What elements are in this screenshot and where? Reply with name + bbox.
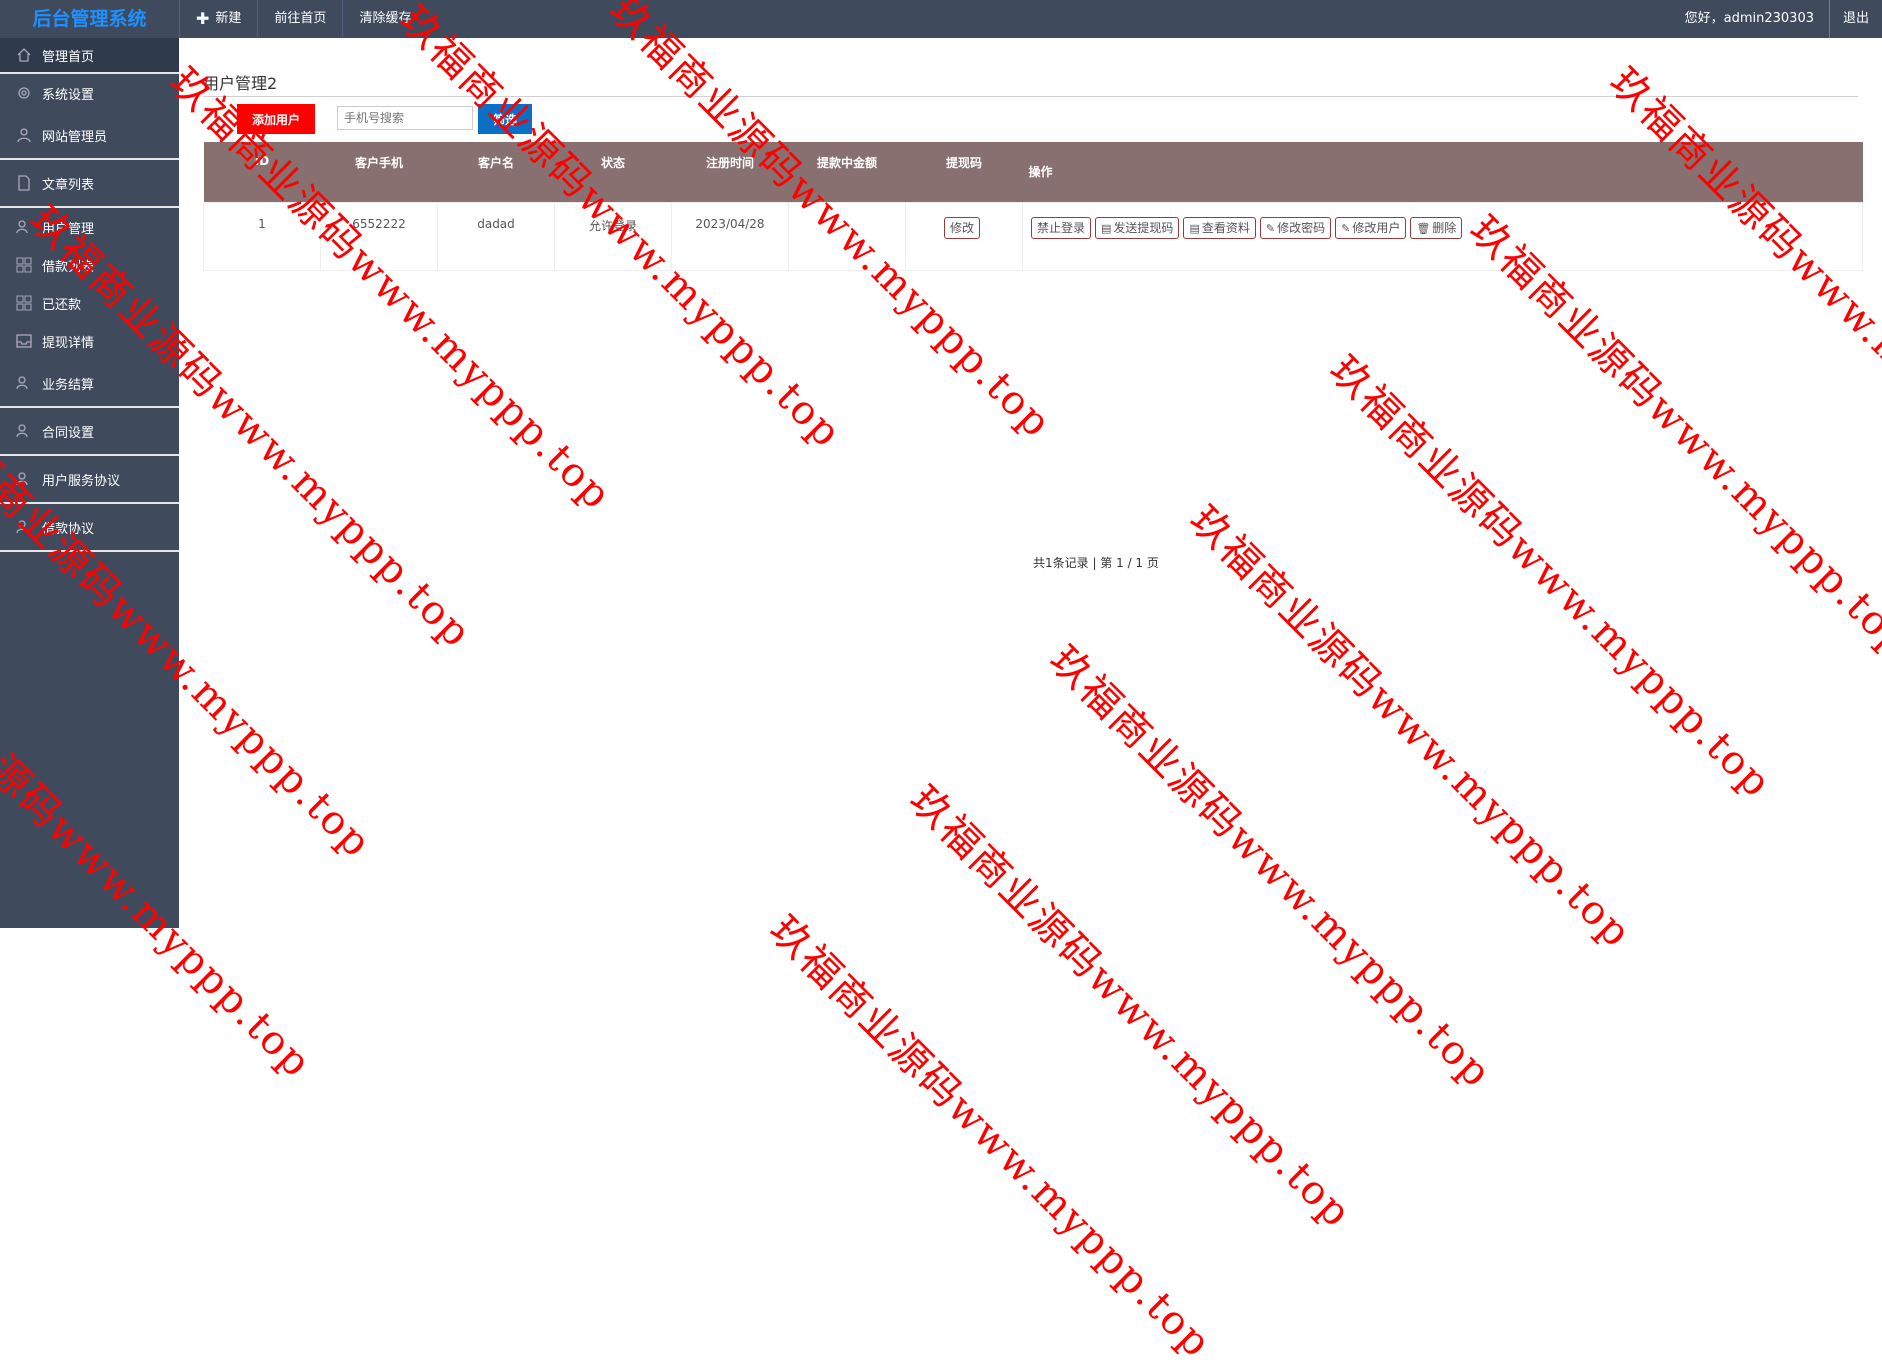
sidebar-item-system-settings[interactable]: 系统设置	[0, 74, 179, 112]
card-icon: ▤	[1189, 221, 1200, 235]
edit-user-button[interactable]: ✎ 修改用户	[1335, 216, 1407, 239]
watermark: 玖福商业源码www.myppp.top	[760, 907, 1221, 1368]
document-icon	[18, 175, 30, 191]
top-bar: 后台管理系统 ✚ 新建 前往首页 清除缓存 您好，admin230303 退出	[0, 0, 1882, 38]
cell-registered: 2023/04/28	[671, 201, 789, 271]
cell-id: 1	[203, 201, 321, 271]
app-brand: 后台管理系统	[32, 8, 147, 30]
delete-label: 删除	[1432, 220, 1457, 235]
user-icon	[17, 128, 31, 143]
cell-name: dadad	[437, 201, 555, 271]
send-code-label: 发送提现码	[1113, 220, 1174, 235]
column-header-status: 状态	[554, 142, 672, 202]
cell-code: 修改	[905, 201, 1023, 271]
users-table: ID 客户手机 客户名 状态 注册时间 提款中金额 提现码 操作 1 65522…	[203, 142, 1863, 271]
table-row: 1 6552222 dadad 允许登录 2023/04/28 修改 禁止登录 ▤…	[203, 201, 1863, 271]
view-profile-label: 查看资料	[1201, 220, 1250, 235]
add-user-button[interactable]: 添加用户	[237, 104, 315, 134]
sidebar-item-home[interactable]: 管理首页	[0, 38, 179, 74]
logout-button[interactable]: 退出	[1829, 0, 1882, 38]
user-greeting: 您好，admin230303	[1684, 11, 1814, 26]
column-header-phone: 客户手机	[320, 142, 438, 202]
pagination-info: 共1条记录 | 第 1 / 1 页	[1033, 556, 1159, 570]
sidebar-item-label: 文章列表	[42, 177, 95, 193]
page-title: 用户管理2	[203, 70, 1858, 97]
edit-icon: ✎	[1265, 221, 1276, 235]
column-header-amount: 提款中金额	[788, 142, 906, 202]
sidebar-item-withdrawals[interactable]: 提现详情	[0, 322, 179, 360]
filter-button[interactable]: 筛选	[478, 104, 532, 134]
inbox-icon	[16, 334, 32, 348]
view-profile-button[interactable]: ▤ 查看资料	[1183, 216, 1256, 239]
users-icon	[16, 376, 28, 390]
cell-phone: 6552222	[320, 201, 438, 271]
sidebar-item-users[interactable]: 用户管理	[0, 208, 179, 246]
sidebar-item-label: 借款协议	[42, 521, 95, 537]
users-icon	[16, 220, 28, 234]
grid-icon	[16, 295, 32, 311]
sidebar-item-settlement[interactable]: 业务结算	[0, 360, 179, 408]
edit-user-label: 修改用户	[1352, 220, 1401, 235]
gear-icon	[18, 87, 30, 99]
home-icon	[17, 48, 31, 62]
clear-cache-link[interactable]: 清除缓存	[342, 0, 427, 38]
cell-status: 允许登录	[554, 201, 672, 271]
cell-actions: 禁止登录 ▤ 发送提现码 ▤ 查看资料 ✎ 修改密码 ✎ 修改用户 🗑 删除	[1022, 201, 1863, 271]
sidebar-item-label: 合同设置	[42, 425, 95, 441]
sidebar-item-label: 提现详情	[42, 335, 95, 351]
sidebar-item-label: 用户服务协议	[42, 473, 121, 489]
change-password-label: 修改密码	[1277, 220, 1326, 235]
top-nav: ✚ 新建 前往首页 清除缓存	[179, 0, 427, 38]
trash-icon: 🗑	[1416, 221, 1431, 235]
plus-icon: ✚	[196, 9, 210, 28]
sidebar-item-repaid[interactable]: 已还款	[0, 284, 179, 322]
new-button[interactable]: ✚ 新建	[179, 0, 257, 38]
edit-icon: ✎	[1341, 221, 1351, 235]
sidebar-item-label: 业务结算	[42, 377, 95, 393]
users-icon	[16, 520, 28, 534]
go-home-link[interactable]: 前往首页	[257, 0, 342, 38]
sidebar-item-service-agreement[interactable]: 用户服务协议	[0, 456, 179, 504]
new-label: 新建	[215, 11, 242, 26]
disable-login-button[interactable]: 禁止登录	[1031, 216, 1092, 239]
cell-amount	[788, 201, 906, 271]
phone-search-input[interactable]	[337, 106, 473, 130]
change-password-button[interactable]: ✎ 修改密码	[1259, 216, 1332, 239]
card-icon: ▤	[1101, 221, 1112, 235]
edit-code-button[interactable]: 修改	[943, 216, 980, 239]
sidebar-item-articles[interactable]: 文章列表	[0, 160, 179, 208]
users-icon	[16, 472, 28, 486]
sidebar-item-loans[interactable]: 借款列表	[0, 246, 179, 284]
main-content: 用户管理2 添加用户 筛选 ID 客户手机 客户名 状态 注册时间 提款中金额 …	[179, 38, 1882, 928]
column-header-name: 客户名	[437, 142, 555, 202]
column-header-registered: 注册时间	[671, 142, 789, 202]
sidebar-item-label: 用户管理	[42, 221, 95, 237]
column-header-code: 提现码	[905, 142, 1023, 202]
sidebar-item-label: 系统设置	[42, 87, 95, 103]
delete-button[interactable]: 🗑 删除	[1410, 216, 1463, 239]
table-header-row: ID 客户手机 客户名 状态 注册时间 提款中金额 提现码 操作	[203, 142, 1863, 202]
users-icon	[16, 424, 28, 438]
column-header-actions: 操作	[1022, 142, 1863, 202]
sidebar-item-label: 已还款	[42, 297, 82, 313]
column-header-id: ID	[203, 142, 321, 202]
sidebar: 管理首页 系统设置 网站管理员 文章列表 用户管理 借款列表 已还款 提现详情 …	[0, 38, 179, 928]
sidebar-item-label: 网站管理员	[42, 129, 108, 145]
sidebar-item-site-admin[interactable]: 网站管理员	[0, 112, 179, 160]
send-code-button[interactable]: ▤ 发送提现码	[1095, 216, 1180, 239]
grid-icon	[16, 257, 32, 273]
sidebar-item-contract-settings[interactable]: 合同设置	[0, 408, 179, 456]
sidebar-item-label: 借款列表	[42, 259, 95, 275]
sidebar-item-loan-agreement[interactable]: 借款协议	[0, 504, 179, 552]
sidebar-item-label: 管理首页	[42, 49, 95, 65]
